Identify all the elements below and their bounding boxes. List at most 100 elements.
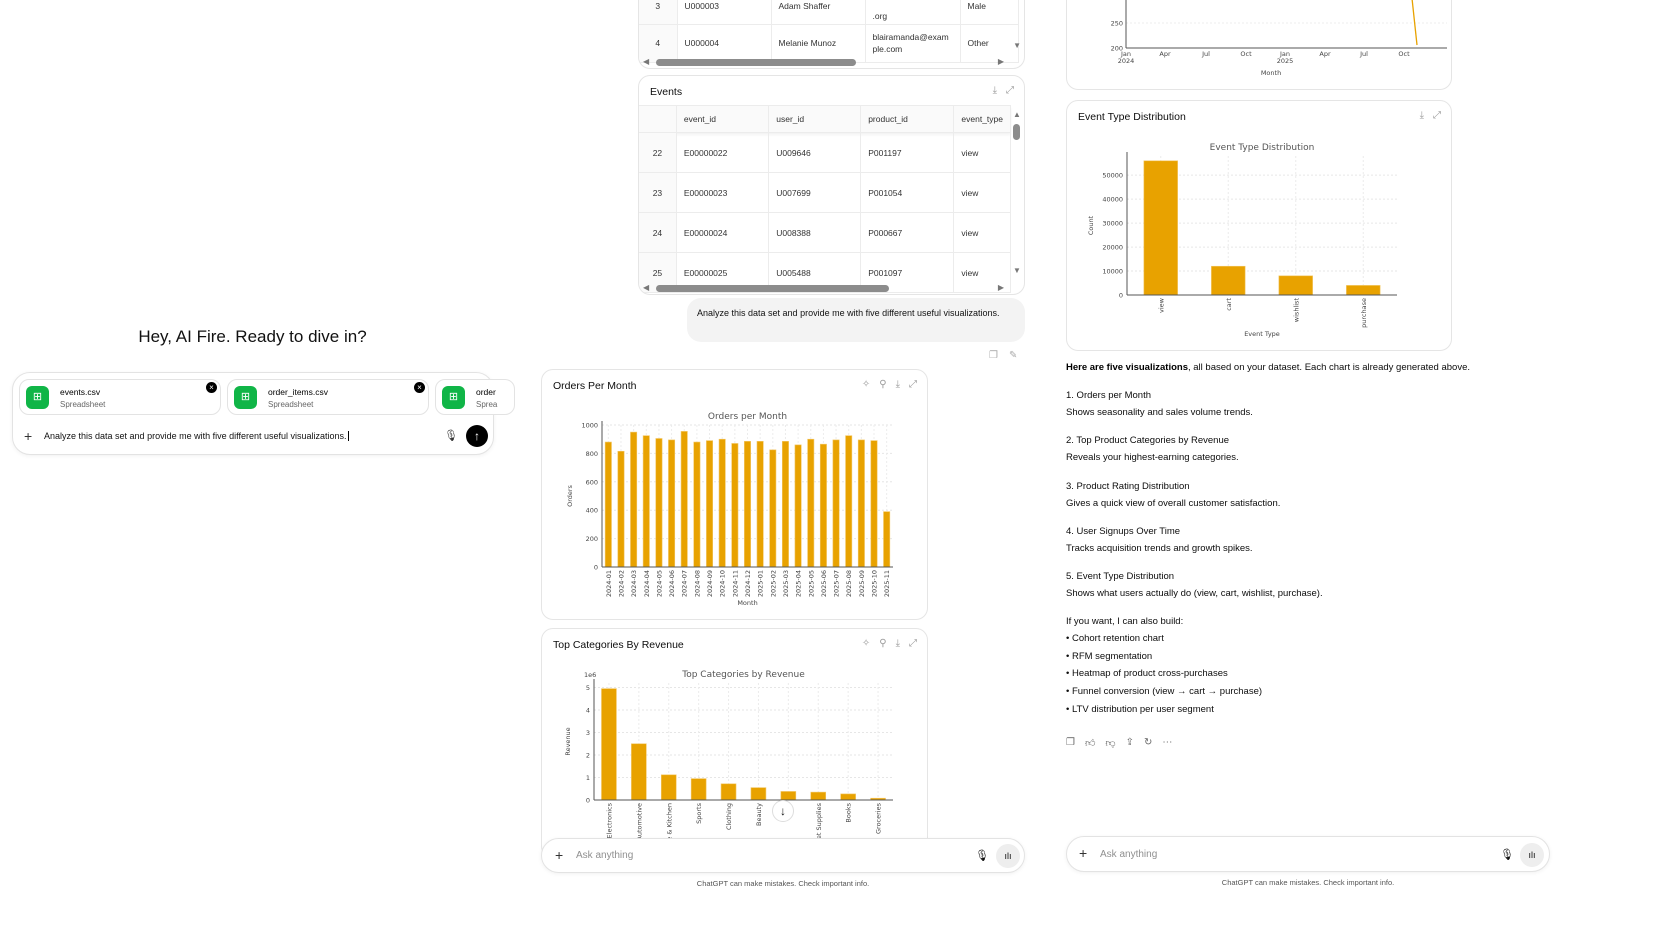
scroll-right-arrow[interactable]: ▶: [998, 57, 1004, 66]
x-tick-label: Oct: [1240, 50, 1252, 58]
y-tick-label: 50000: [1102, 172, 1123, 180]
plus-icon[interactable]: +: [1079, 845, 1087, 861]
column-header[interactable]: product_id: [860, 105, 955, 133]
send-button[interactable]: ↑: [466, 425, 488, 447]
attachment-events[interactable]: ⊞ events.csv Spreadsheet ×: [19, 379, 221, 415]
x-tick-label: 2024-07: [681, 570, 689, 597]
download-icon[interactable]: ⤓: [993, 85, 997, 96]
x-tick-label: 2025-04: [795, 570, 803, 597]
message-input[interactable]: Analyze this data set and provide me wit…: [44, 431, 349, 441]
scroll-left-arrow[interactable]: ◀: [643, 283, 649, 292]
microphone-icon[interactable]: 🎙: [975, 849, 989, 862]
attachment-order-items[interactable]: ⊞ order_items.csv Spreadsheet ×: [227, 379, 429, 415]
horizontal-scrollbar[interactable]: ◀ ▶: [643, 57, 1004, 67]
scroll-to-bottom-button[interactable]: ↓: [772, 800, 794, 822]
edit-icon[interactable]: ✎: [1009, 350, 1017, 361]
cell: 3: [639, 0, 678, 25]
composer-middle[interactable]: + Ask anything 🎙 ılı: [541, 838, 1025, 873]
bar: [680, 431, 688, 568]
bar: [720, 783, 737, 801]
thumbs-up-icon[interactable]: 👍︎: [1085, 737, 1095, 749]
copy-icon[interactable]: ❐: [1066, 737, 1075, 749]
bar: [810, 791, 827, 801]
voice-mode-button[interactable]: ılı: [1520, 843, 1544, 867]
x-tick-label: 2025-06: [820, 570, 828, 597]
copy-icon[interactable]: ❐: [989, 350, 998, 361]
scroll-down-arrow[interactable]: ▼: [1013, 41, 1021, 50]
scrollbar-thumb[interactable]: [1013, 124, 1020, 140]
microphone-icon[interactable]: 🎙: [1500, 848, 1514, 861]
x-tick-label: 2024-05: [655, 570, 663, 597]
event-type-chart-card: Event Type Distribution ⤓ ⤢ Event Type Di…: [1066, 100, 1452, 351]
x-tick-label: 2025-02: [769, 570, 777, 597]
x-tick-label: 2024-04: [643, 570, 651, 597]
bar: [668, 439, 676, 568]
expand-icon[interactable]: ⤢: [1006, 85, 1014, 96]
x-tick-label: Automotive: [635, 803, 643, 841]
composer-right[interactable]: + Ask anything 🎙 ılı: [1066, 836, 1550, 872]
scrollbar-thumb[interactable]: [656, 285, 889, 292]
plus-icon[interactable]: +: [555, 847, 563, 863]
cell: U009646: [768, 132, 862, 173]
vertical-scrollbar[interactable]: ▲ ▼: [1010, 110, 1024, 275]
share-icon[interactable]: ⇪: [1126, 737, 1134, 749]
column-header[interactable]: event_type: [953, 105, 1011, 133]
orders-chart-card: Orders Per Month ✧ ⚲ ⤓ ⤢ Orders per Month 0 2…: [541, 369, 928, 620]
x-tick-label: 2025-11: [883, 570, 891, 597]
attachment-orders[interactable]: ⊞ order Sprea: [435, 379, 515, 415]
remove-attachment-icon[interactable]: ×: [206, 382, 217, 393]
y-tick-label: 40000: [1102, 196, 1123, 204]
y-tick-label: 250: [1111, 20, 1123, 28]
y-tick-label: 1: [586, 774, 590, 782]
ask-input[interactable]: Ask anything: [1100, 849, 1157, 860]
bar: [1143, 160, 1178, 296]
x-tick-label: 2024-12: [744, 570, 752, 597]
cell: E00000023: [676, 172, 770, 213]
user-message-bubble: Analyze this data set and provide me wit…: [687, 298, 1025, 342]
y-tick-label: 1000: [581, 422, 598, 430]
bar: [807, 438, 815, 568]
ask-input[interactable]: Ask anything: [576, 850, 633, 861]
cell: U007699: [768, 172, 862, 213]
y-tick-label: 0: [1119, 292, 1123, 300]
table-row: 3 U000003 Adam Shaffer .org Male: [639, 0, 1019, 25]
column-header[interactable]: [639, 105, 677, 133]
cell: E00000024: [676, 212, 770, 253]
bar: [744, 441, 751, 568]
y-tick-label: 5: [586, 684, 590, 692]
suggestion-item: • Cohort retention chart: [1066, 633, 1164, 644]
y-tick-label: 0: [594, 564, 598, 572]
x-axis-label: Event Type: [1244, 330, 1280, 338]
top-categories-chart: Top Categories by Revenue 0 1 2 3 4 5 Electroni…: [564, 670, 893, 847]
table-row: 22 E00000022 U009646 P001197 view: [639, 132, 1011, 173]
regenerate-icon[interactable]: ↻: [1144, 737, 1152, 749]
more-icon[interactable]: ⋯: [1162, 737, 1172, 749]
plus-icon[interactable]: +: [24, 428, 32, 444]
scrollbar-thumb[interactable]: [656, 59, 856, 66]
voice-mode-button[interactable]: ılı: [996, 844, 1020, 868]
column-header[interactable]: event_id: [676, 105, 770, 133]
response-item-title: 4. User Signups Over Time: [1066, 525, 1181, 537]
y-scale-label: 1e6: [584, 671, 596, 679]
bar: [690, 778, 707, 801]
x-tick-label: 2024: [1118, 57, 1135, 65]
x-tick-label: 2025-03: [782, 570, 790, 597]
events-table: event_id user_id product_id event_type 2…: [639, 105, 1011, 293]
spreadsheet-icon: ⊞: [234, 386, 257, 409]
spreadsheet-icon: ⊞: [26, 386, 49, 409]
cell: E00000022: [676, 132, 770, 173]
horizontal-scrollbar[interactable]: ◀ ▶: [643, 283, 1004, 293]
scroll-left-arrow[interactable]: ◀: [643, 57, 649, 66]
table-header: event_id user_id product_id event_type: [639, 105, 1011, 133]
x-tick-label: 2024-11: [731, 570, 739, 597]
x-axis-label: Month: [737, 599, 757, 607]
column-header[interactable]: user_id: [768, 105, 862, 133]
remove-attachment-icon[interactable]: ×: [414, 382, 425, 393]
chart-title: Orders per Month: [708, 412, 787, 422]
attachment-name: order_items.csv: [268, 387, 328, 397]
greeting: Hey, AI Fire. Ready to dive in?: [138, 327, 367, 346]
x-tick-label: 2025-01: [757, 570, 765, 597]
thumbs-down-icon[interactable]: 👎︎: [1105, 737, 1115, 749]
scroll-right-arrow[interactable]: ▶: [998, 283, 1004, 292]
microphone-icon[interactable]: 🎙: [444, 429, 458, 442]
